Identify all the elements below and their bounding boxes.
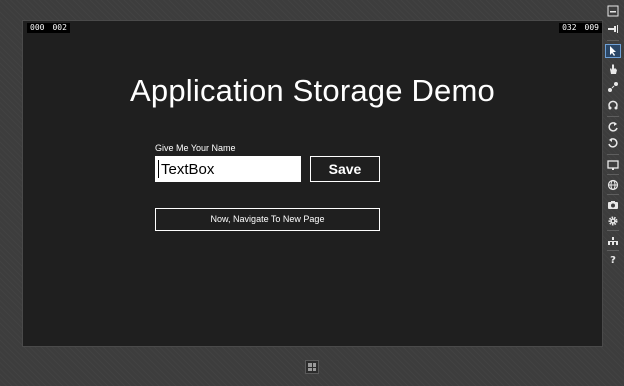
rotate-icon[interactable] <box>605 98 621 112</box>
counter-value: 032 <box>562 23 577 32</box>
windows-logo-pane <box>308 363 312 367</box>
windows-logo-pane <box>308 367 312 371</box>
text-caret <box>158 160 159 178</box>
name-label: Give Me Your Name <box>155 143 236 153</box>
toolbar-divider <box>607 194 619 195</box>
toolbar-divider <box>607 174 619 175</box>
pinch-icon[interactable] <box>605 80 621 94</box>
toolbar-divider <box>607 116 619 117</box>
counter-value: 000 <box>30 23 45 32</box>
minimize-icon[interactable] <box>605 4 621 18</box>
simulator-screen: 000 002 032 009 Application Storage Demo… <box>22 20 603 347</box>
windows-start-button[interactable] <box>305 360 319 374</box>
toolbar-divider <box>607 250 619 251</box>
counter-value: 009 <box>584 23 599 32</box>
counter-value: 002 <box>52 23 67 32</box>
rotate-counterclockwise-icon[interactable] <box>605 136 621 150</box>
touch-icon[interactable] <box>605 62 621 76</box>
help-icon[interactable]: ? <box>605 254 621 268</box>
toolbar-divider <box>607 40 619 41</box>
name-input[interactable] <box>155 156 301 182</box>
toolbar-divider <box>607 230 619 231</box>
toolbar-divider <box>607 154 619 155</box>
pointer-icon[interactable] <box>605 44 621 58</box>
camera-icon[interactable] <box>605 198 621 212</box>
save-button[interactable]: Save <box>310 156 380 182</box>
frame-counter-left: 000 002 <box>27 23 70 33</box>
location-globe-icon[interactable] <box>605 178 621 192</box>
frame-counter-right: 032 009 <box>559 23 602 33</box>
windows-logo-pane <box>312 363 316 367</box>
page-title: Application Storage Demo <box>130 73 495 108</box>
resolution-monitor-icon[interactable] <box>605 158 621 172</box>
settings-gear-icon[interactable] <box>605 214 621 228</box>
network-icon[interactable] <box>605 234 621 248</box>
rotate-clockwise-icon[interactable] <box>605 120 621 134</box>
windows-logo-pane <box>312 367 316 371</box>
pin-icon[interactable] <box>605 22 621 36</box>
navigate-button[interactable]: Now, Navigate To New Page <box>155 208 380 231</box>
